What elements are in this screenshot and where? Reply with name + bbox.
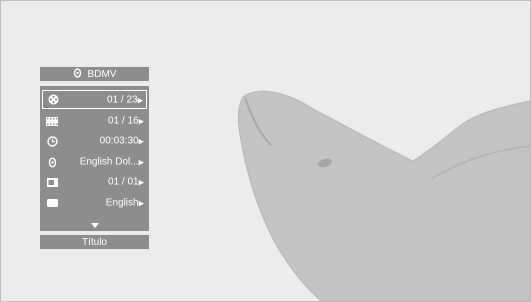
film-reel-icon — [47, 94, 59, 106]
subtitle-row[interactable]: English▶ — [40, 193, 149, 213]
angle-camera-icon — [46, 176, 58, 188]
status-panel: 01 / 23▶ 01 / 16▶ 00:03:30▶ English Dol.… — [40, 86, 149, 231]
video-screen: BDMV 01 / 23▶ 01 / 16▶ 00:03:30▶ English… — [0, 0, 531, 302]
scroll-down-icon[interactable] — [91, 223, 99, 228]
film-strip-icon — [46, 115, 58, 127]
time-value: 00:03:30▶ — [99, 135, 144, 147]
chapter-row[interactable]: 01 / 16▶ — [40, 111, 149, 131]
disc-type-label: BDMV — [87, 68, 117, 80]
subtitle-icon — [46, 197, 58, 209]
title-row[interactable]: 01 / 23▶ — [42, 90, 147, 109]
audio-row[interactable]: English Dol...▶ — [40, 152, 149, 172]
disc-audio-icon — [73, 67, 82, 81]
disc-type-header: BDMV — [40, 67, 149, 81]
audio-disc-icon — [46, 156, 58, 168]
audio-value: English Dol...▶ — [79, 156, 144, 168]
angle-value: 01 / 01▶ — [108, 176, 144, 188]
title-value: 01 / 23▶ — [107, 94, 143, 105]
chapter-value: 01 / 16▶ — [108, 115, 144, 127]
selected-item-label: Título — [81, 236, 107, 248]
subtitle-value: English▶ — [105, 197, 144, 209]
selected-item-label-bar: Título — [40, 235, 149, 249]
time-row[interactable]: 00:03:30▶ — [40, 131, 149, 151]
angle-row[interactable]: 01 / 01▶ — [40, 172, 149, 192]
clock-icon — [46, 135, 58, 147]
